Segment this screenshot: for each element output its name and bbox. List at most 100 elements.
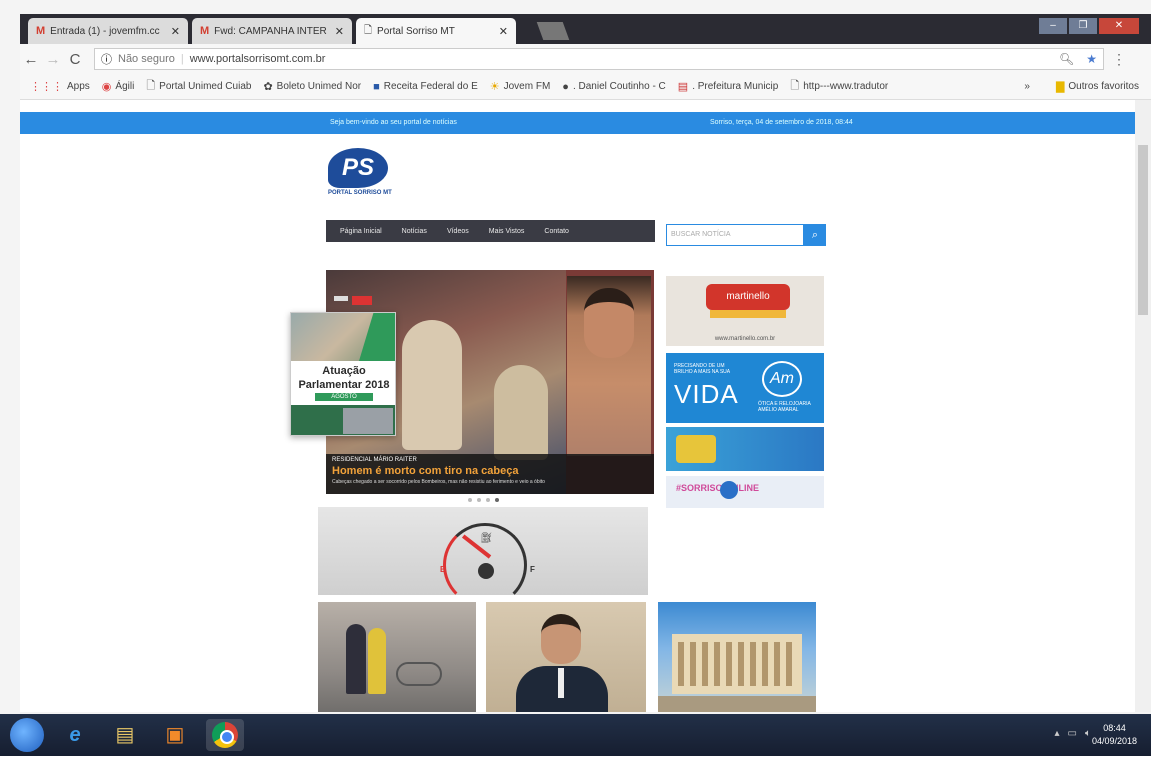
info-icon[interactable]: ⓘ	[101, 51, 112, 67]
nav-home[interactable]: Página Inicial	[340, 228, 382, 235]
minimize-icon[interactable]: –	[1039, 18, 1067, 34]
clock-date: 04/09/2018	[1091, 736, 1137, 746]
slide-caption[interactable]: RESIDENCIAL MÁRIO RAITER Homem é morto c…	[326, 454, 654, 494]
bookmark-label: Outros favoritos	[1068, 81, 1139, 92]
address-bar[interactable]: ⓘ Não seguro | www.portalsorrisomt.com.b…	[94, 48, 1104, 70]
internet-explorer-icon[interactable]: e	[56, 719, 94, 751]
nav-contact[interactable]: Contato	[544, 228, 569, 235]
apps-grid-icon: ⋮⋮⋮	[30, 81, 63, 93]
agili-icon: ◉	[101, 81, 112, 93]
slider-dot[interactable]	[495, 498, 499, 502]
bookmark-label: Receita Federal do E	[383, 81, 478, 92]
gauge-full-label: F	[530, 565, 535, 574]
slider-dot[interactable]	[468, 498, 472, 502]
bookmarks-more-button[interactable]: »	[1024, 81, 1030, 92]
jovem-fm-icon: ☀	[489, 81, 500, 93]
ad-hashtag: #SORRISO ONLINE	[676, 483, 760, 493]
back-icon[interactable]: ←	[20, 51, 42, 68]
close-icon[interactable]: ✕	[335, 25, 344, 38]
windows-taskbar: e ▤ ▣ ▴ ▭ 🔈︎ 08:44 04/09/2018	[0, 714, 1151, 756]
close-icon[interactable]: ✕	[499, 25, 508, 38]
bookmark-agili[interactable]: ◉ Ágili	[102, 80, 135, 93]
network-icon[interactable]: ▭	[1068, 728, 1077, 739]
more-label: »	[1024, 81, 1030, 92]
bookmark-star-icon[interactable]: ★	[1086, 52, 1097, 66]
atuacao-parlamentar-popup[interactable]: Atuação Parlamentar 2018 AGOSTO	[290, 312, 396, 436]
tray-arrow-icon[interactable]: ▴	[1055, 728, 1060, 739]
taskbar-clock[interactable]: 08:44 04/09/2018	[1092, 722, 1137, 748]
ad-emblem	[720, 481, 738, 499]
sorriso-online-ad[interactable]: #SORRISO ONLINE	[666, 476, 824, 508]
page-scrollbar[interactable]	[1135, 100, 1151, 712]
slider-dot[interactable]	[477, 498, 481, 502]
building-windows	[678, 642, 796, 686]
bicycle-shape	[396, 662, 442, 686]
portrait-face	[584, 288, 634, 358]
start-button[interactable]	[10, 718, 44, 752]
bookmark-daniel-coutinho[interactable]: ●. Daniel Coutinho - C	[562, 81, 665, 93]
slider-pagination	[468, 498, 499, 502]
window-close-icon[interactable]: ✕	[1099, 18, 1139, 34]
url-text[interactable]: www.portalsorrisomt.com.br	[190, 53, 326, 65]
bookmark-label: Portal Unimed Cuiab	[159, 81, 252, 92]
vida-optica-ad[interactable]: PRECISANDO DE UM BRILHO A MAIS NA SUA VI…	[666, 353, 824, 423]
slide-badges	[334, 296, 372, 305]
ad-logo: Am	[762, 361, 802, 397]
slide-kicker: RESIDENCIAL MÁRIO RAITER	[332, 457, 417, 463]
tab-portal-sorriso[interactable]: 🗋 Portal Sorriso MT ✕	[356, 18, 516, 44]
bookmark-apps[interactable]: ⋮⋮⋮ Apps	[30, 80, 90, 93]
badge-tag	[352, 296, 372, 305]
site-search: BUSCAR NOTÍCIA ⌕	[666, 224, 826, 246]
bookmark-jovem-fm[interactable]: ☀ Jovem FM	[490, 80, 551, 93]
popup-title: Atuação	[322, 365, 366, 377]
bookmark-receita-federal[interactable]: ■ Receita Federal do E	[373, 81, 478, 93]
martinello-ad[interactable]: martinello www.martinello.com.br	[666, 276, 824, 346]
file-explorer-icon[interactable]: ▤	[106, 719, 144, 751]
slider-dot[interactable]	[486, 498, 490, 502]
bookmark-prefeitura[interactable]: ▤. Prefeitura Municip	[678, 80, 779, 93]
tab-gmail-inbox[interactable]: M Entrada (1) - jovemfm.cc ✕	[28, 18, 188, 44]
nav-most-viewed[interactable]: Mais Vistos	[489, 228, 525, 235]
forward-icon[interactable]: →	[42, 51, 64, 68]
not-secure-label: Não seguro	[118, 53, 175, 65]
page-viewport: Seja bem-vindo ao seu portal de notícias…	[20, 100, 1135, 712]
chrome-icon[interactable]	[206, 719, 244, 751]
browser-menu-icon[interactable]: ⋮	[1112, 51, 1126, 68]
ad-company: ÓTICA E RELOJOARIA AMÉLIO AMARAL	[758, 401, 811, 413]
system-tray: ▴ ▭ 🔈︎	[1055, 728, 1091, 739]
event-ad[interactable]	[666, 427, 824, 471]
new-tab-button[interactable]	[536, 22, 570, 40]
maximize-icon[interactable]: ❐	[1069, 18, 1097, 34]
bookmark-label: Ágili	[115, 81, 135, 92]
nav-videos[interactable]: Vídeos	[447, 228, 469, 235]
news-thumbnail[interactable]	[318, 602, 476, 712]
slide-title[interactable]: Homem é morto com tiro na cabeça	[332, 465, 648, 477]
reload-icon[interactable]: C	[64, 51, 86, 68]
close-icon[interactable]: ✕	[171, 25, 180, 38]
person-figure	[368, 628, 386, 694]
bookmark-boleto-unimed[interactable]: ✿ Boleto Unimed Nor	[263, 80, 361, 93]
volume-icon[interactable]: 🔈︎	[1085, 728, 1091, 739]
globe-icon: ●	[562, 80, 569, 93]
bookmark-tradutor[interactable]: 🗋 http---www.tradutor	[790, 77, 888, 96]
other-bookmarks-folder[interactable]: ▇ Outros favoritos	[1056, 80, 1139, 93]
news-thumbnail[interactable]	[658, 602, 816, 712]
site-logo[interactable]: PS PORTAL SORRISO MT	[328, 148, 392, 204]
tab-gmail-campaign[interactable]: M Fwd: CAMPANHA INTER ✕	[192, 18, 352, 44]
popup-month: AGOSTO	[315, 393, 373, 401]
news-thumbnail[interactable]	[486, 602, 646, 712]
browser-tab-strip: M Entrada (1) - jovemfm.cc ✕ M Fwd: CAMP…	[20, 14, 1151, 44]
date-text: Sorriso, terça, 04 de setembro de 2018, …	[710, 119, 853, 126]
zoom-icon[interactable]: 🔍︎	[1059, 52, 1074, 66]
head-shape	[541, 614, 581, 664]
firefighter-figure	[402, 320, 462, 450]
bookmarks-bar: ⋮⋮⋮ Apps ◉ Ágili 🗋 Portal Unimed Cuiab ✿ Bol…	[20, 74, 1151, 100]
search-icon[interactable]: ⌕	[804, 224, 826, 246]
media-player-icon[interactable]: ▣	[156, 719, 194, 751]
popup-footer-image	[343, 408, 393, 434]
search-input[interactable]: BUSCAR NOTÍCIA	[666, 224, 804, 246]
fuel-gauge-banner[interactable]: ⛽︎ E F	[318, 507, 648, 607]
bookmark-unimed-cuiaba[interactable]: 🗋 Portal Unimed Cuiab	[146, 77, 251, 96]
scrollbar-thumb[interactable]	[1138, 145, 1148, 315]
nav-news[interactable]: Notícias	[402, 228, 427, 235]
